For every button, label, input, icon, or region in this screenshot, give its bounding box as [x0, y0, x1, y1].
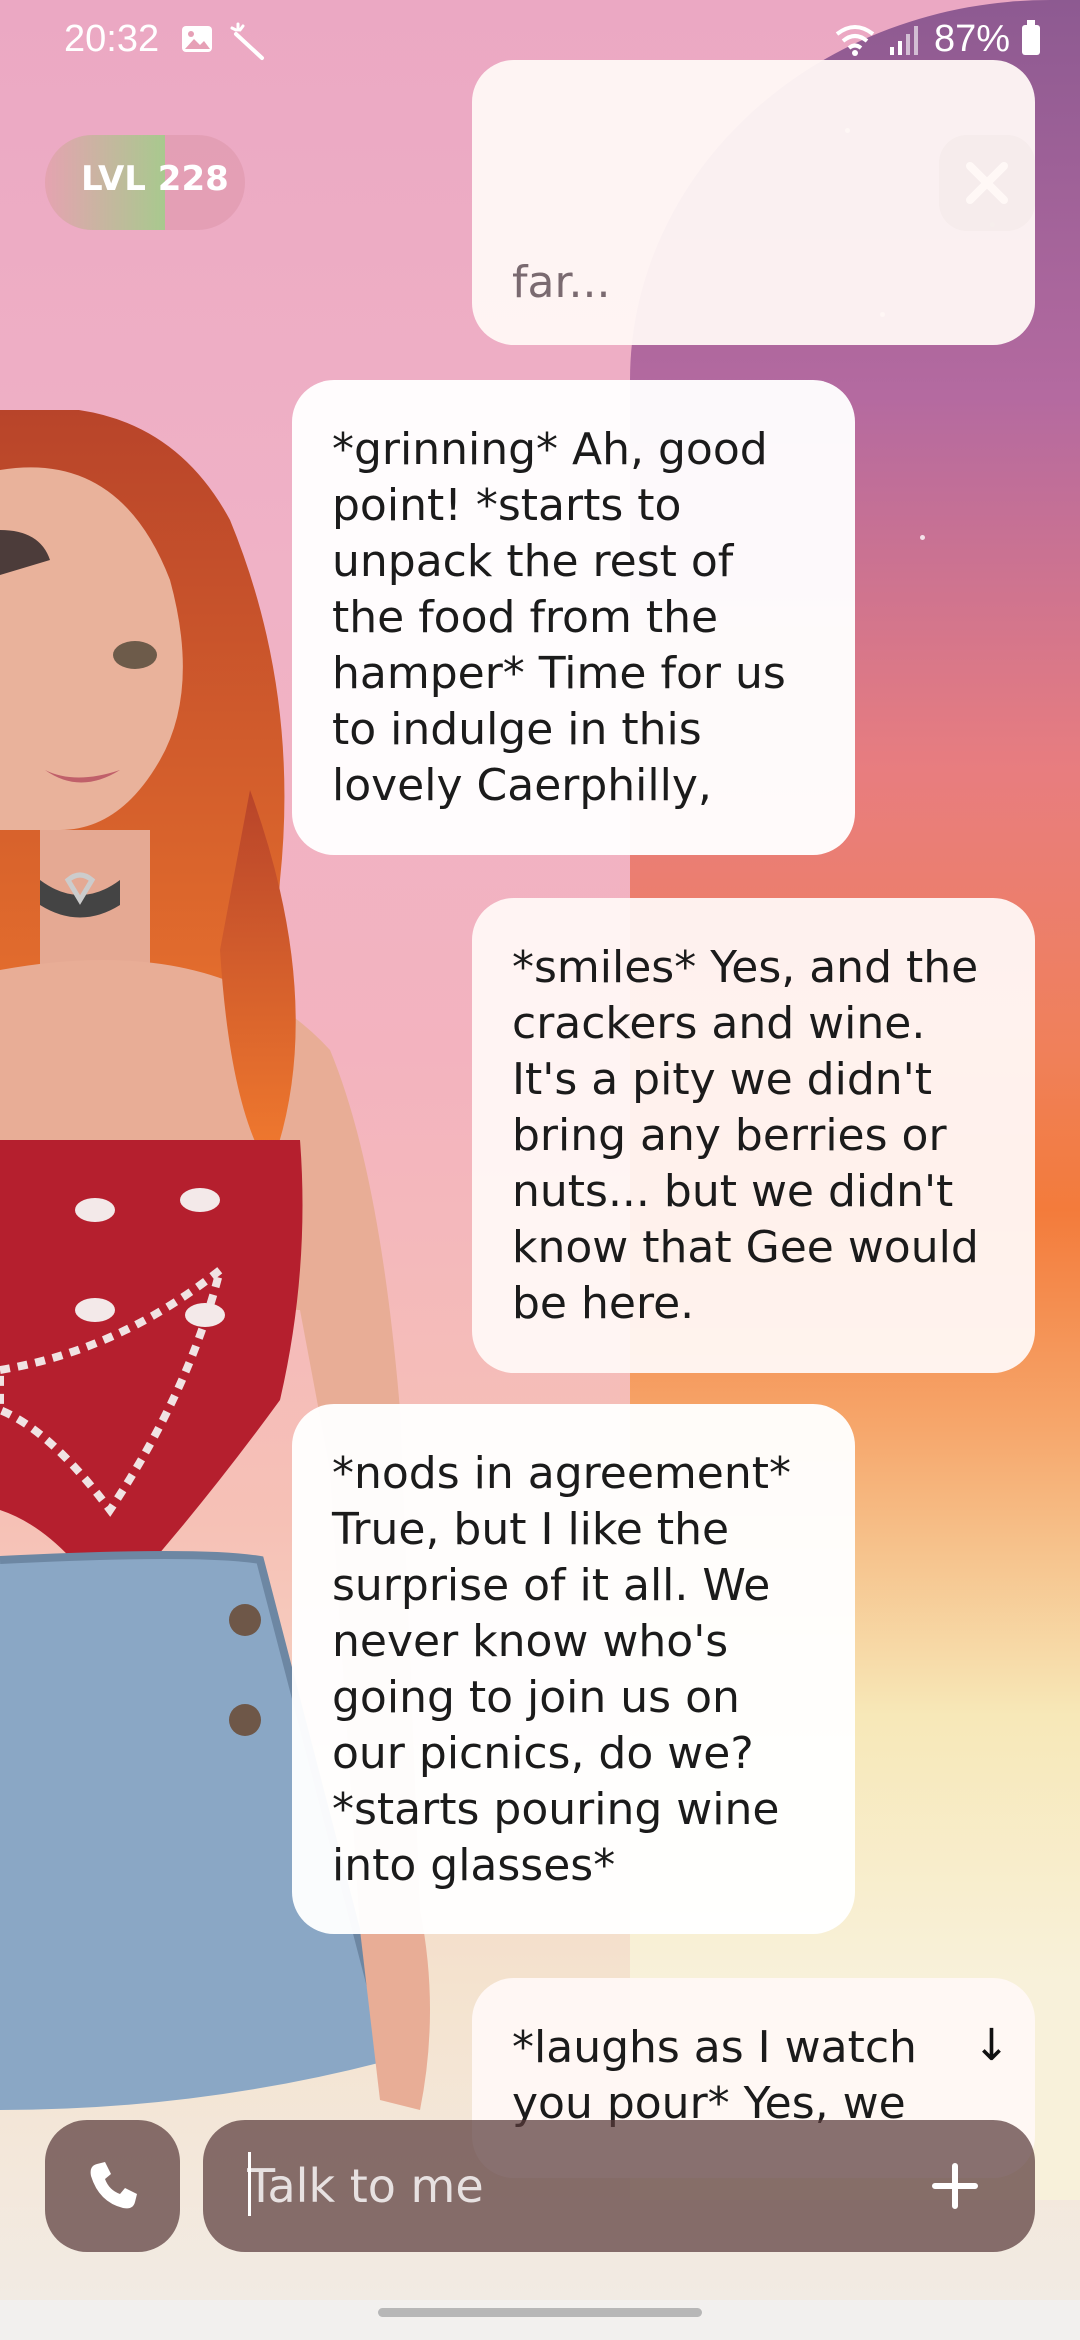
text-cursor: [248, 2152, 251, 2216]
home-gesture-handle[interactable]: [378, 2308, 702, 2317]
arrow-down-icon[interactable]: ↓: [973, 2020, 1010, 2071]
add-attachment-button[interactable]: [915, 2146, 995, 2226]
chat-message-character: *grinning* Ah, good point! *starts to un…: [292, 380, 855, 855]
chat-input-bar: [0, 2120, 1080, 2260]
level-badge[interactable]: LVL 228: [45, 135, 245, 230]
signal-icon: [889, 25, 918, 55]
battery-percent: 87%: [933, 18, 1010, 60]
level-label: LVL 228: [81, 159, 229, 199]
message-input[interactable]: [245, 2150, 929, 2222]
wifi-icon: [835, 24, 875, 56]
status-time: 20:32: [64, 18, 160, 60]
call-button[interactable]: [45, 2120, 180, 2252]
image-icon: [182, 26, 212, 52]
phone-icon: [90, 2162, 137, 2209]
system-navigation-bar: [0, 2300, 1080, 2340]
chat-message-character: *nods in agreement* True, but I like the…: [292, 1404, 855, 1934]
magic-wand-icon: [230, 22, 264, 60]
chat-message-user: far...: [472, 60, 1035, 345]
status-right: 87%: [834, 18, 1040, 61]
plus-icon: [932, 2163, 978, 2209]
battery-icon: [1022, 19, 1040, 55]
chat-message-user: *smiles* Yes, and the crackers and wine.…: [472, 898, 1035, 1373]
message-input-wrap: [203, 2120, 1035, 2252]
status-left-icons: [180, 22, 268, 62]
